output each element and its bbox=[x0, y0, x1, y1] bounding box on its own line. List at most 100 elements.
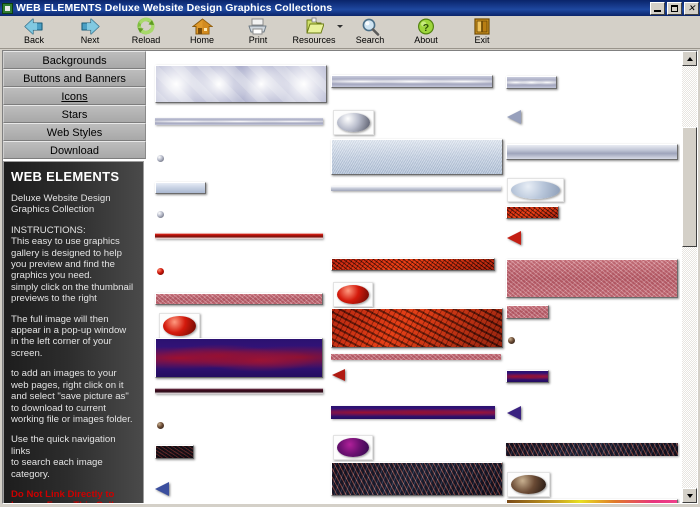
bluegray-oval-button[interactable] bbox=[507, 178, 564, 202]
reload-button-label: Reload bbox=[131, 35, 161, 45]
printer-icon bbox=[247, 16, 269, 36]
home-icon bbox=[191, 16, 213, 36]
silver-oval-button-shape bbox=[337, 113, 370, 132]
minimize-button[interactable] bbox=[650, 1, 665, 15]
exit-button-label: Exit bbox=[474, 35, 490, 45]
about-button[interactable]: ? About bbox=[398, 16, 454, 48]
info-instructions-body: This easy to use graphics gallery is des… bbox=[11, 236, 134, 305]
sidebar-item-backgrounds[interactable]: Backgrounds bbox=[3, 51, 146, 69]
purple-arrow-left[interactable] bbox=[507, 406, 521, 420]
purple-banner-thin[interactable] bbox=[331, 406, 495, 419]
gallery-vertical-scrollbar[interactable] bbox=[681, 51, 697, 503]
content-frame: Backgrounds Buttons and Banners Icons St… bbox=[2, 50, 698, 504]
blue-arrow-left[interactable] bbox=[155, 482, 169, 496]
window-controls: ✕ bbox=[650, 1, 699, 15]
next-arrow-icon bbox=[79, 16, 101, 36]
close-button[interactable]: ✕ bbox=[684, 1, 699, 15]
scroll-up-arrow[interactable] bbox=[682, 51, 697, 66]
purple-oval-button[interactable] bbox=[333, 435, 373, 460]
silver-arrow-left[interactable] bbox=[507, 110, 521, 124]
info-instructions-heading: INSTRUCTIONS: bbox=[11, 224, 86, 236]
sidebar-item-download[interactable]: Download bbox=[3, 141, 146, 159]
reload-button[interactable]: Reload bbox=[118, 16, 174, 48]
home-button-label: Home bbox=[189, 35, 214, 45]
feather-banner-large[interactable] bbox=[331, 462, 503, 496]
silver-hairline-divider[interactable] bbox=[331, 186, 501, 191]
silver-bullet-small[interactable] bbox=[157, 155, 164, 162]
svg-text:?: ? bbox=[423, 22, 429, 34]
question-mark-icon: ? bbox=[416, 16, 436, 36]
silver-oval-button[interactable] bbox=[333, 110, 374, 135]
blue-steel-banner-large[interactable] bbox=[331, 139, 503, 175]
pink-stone-divider[interactable] bbox=[331, 354, 501, 360]
rainbow-gradient-banner[interactable] bbox=[506, 499, 678, 503]
dark-bullet-small-3[interactable] bbox=[508, 337, 515, 344]
dark-oval-button-shape bbox=[511, 475, 546, 494]
silver-xbar-banner[interactable] bbox=[331, 75, 493, 88]
back-arrow-icon bbox=[23, 16, 45, 36]
window-title: WEB ELEMENTS Deluxe Website Design Graph… bbox=[16, 2, 333, 14]
next-button[interactable]: Next bbox=[62, 16, 118, 48]
red-arrow-left[interactable] bbox=[332, 369, 345, 381]
pink-stone-button[interactable] bbox=[506, 305, 549, 319]
red-oval-button-2-shape bbox=[337, 285, 369, 304]
resources-button[interactable]: Resources bbox=[286, 16, 343, 48]
red-granite-banner[interactable] bbox=[331, 258, 495, 271]
sidebar-item-web-styles[interactable]: Web Styles bbox=[3, 123, 146, 141]
purple-red-banner-large[interactable] bbox=[155, 338, 323, 378]
sidebar-item-stars[interactable]: Stars bbox=[3, 105, 146, 123]
dark-red-line-divider[interactable] bbox=[155, 388, 323, 394]
starburst-banner-large[interactable] bbox=[155, 65, 327, 103]
red-bullet-small[interactable] bbox=[157, 268, 164, 275]
back-button-label: Back bbox=[23, 35, 44, 45]
title-bar: WEB ELEMENTS Deluxe Website Design Graph… bbox=[0, 0, 700, 16]
purple-oval-button-shape bbox=[337, 438, 369, 457]
dark-fleck-button[interactable] bbox=[155, 445, 194, 459]
starburst-bar-thin[interactable] bbox=[155, 118, 323, 125]
silver-bullet-small-2[interactable] bbox=[157, 211, 164, 218]
next-button-label: Next bbox=[80, 35, 100, 45]
red-oval-button-2[interactable] bbox=[333, 282, 373, 307]
print-button[interactable]: Print bbox=[230, 16, 286, 48]
sidebar-item-label: Backgrounds bbox=[42, 55, 107, 67]
home-button[interactable]: Home bbox=[174, 16, 230, 48]
feather-banner-thin[interactable] bbox=[506, 443, 678, 456]
purple-button-small[interactable] bbox=[506, 370, 549, 383]
search-button[interactable]: Search bbox=[342, 16, 398, 48]
info-link-warning: Do Not Link Directly to Images From This… bbox=[11, 488, 128, 503]
back-button[interactable]: Back bbox=[6, 16, 62, 48]
info-panel-title: WEB ELEMENTS bbox=[11, 169, 120, 184]
application-window: WEB ELEMENTS Deluxe Website Design Graph… bbox=[0, 0, 700, 507]
red-arrow-left-2[interactable] bbox=[507, 231, 521, 245]
reload-icon bbox=[136, 16, 156, 36]
red-marble-banner-large[interactable] bbox=[331, 308, 503, 348]
silver-star-button[interactable] bbox=[506, 76, 557, 89]
info-save-note: to add an images to your web pages, righ… bbox=[11, 368, 133, 425]
dark-bullet-small[interactable] bbox=[157, 422, 164, 429]
print-button-label: Print bbox=[248, 35, 268, 45]
pink-stone-banner-large[interactable] bbox=[506, 259, 678, 298]
exit-button[interactable]: Exit bbox=[454, 16, 510, 48]
info-panel: WEB ELEMENTS Deluxe Website Design Graph… bbox=[3, 161, 144, 503]
silver-long-banner[interactable] bbox=[506, 144, 678, 160]
sidebar-item-icons[interactable]: Icons bbox=[3, 87, 146, 105]
sidebar-item-buttons-and-banners[interactable]: Buttons and Banners bbox=[3, 69, 146, 87]
red-granite-button[interactable] bbox=[506, 206, 559, 219]
pink-stone-banner[interactable] bbox=[155, 293, 323, 305]
scroll-down-arrow[interactable] bbox=[682, 488, 697, 503]
info-panel-subtitle: Deluxe Website Design Graphics Collectio… bbox=[11, 193, 111, 216]
thumbnail-gallery[interactable] bbox=[146, 51, 680, 503]
thumbnail-grid bbox=[146, 51, 680, 503]
restore-button[interactable] bbox=[667, 1, 682, 15]
web-elements-icon bbox=[2, 2, 13, 14]
main-toolbar: Back Next Reload Home Print Resources Se… bbox=[0, 16, 700, 49]
left-pane: Backgrounds Buttons and Banners Icons St… bbox=[3, 51, 146, 503]
red-line-divider[interactable] bbox=[155, 233, 323, 239]
red-oval-button[interactable] bbox=[159, 313, 200, 339]
blue-button-small[interactable] bbox=[155, 182, 206, 194]
scrollbar-thumb[interactable] bbox=[682, 127, 697, 247]
door-exit-icon bbox=[473, 16, 491, 36]
sidebar-item-label: Download bbox=[50, 145, 99, 157]
dark-oval-button[interactable] bbox=[507, 472, 550, 497]
sidebar-item-label: Web Styles bbox=[46, 127, 103, 139]
